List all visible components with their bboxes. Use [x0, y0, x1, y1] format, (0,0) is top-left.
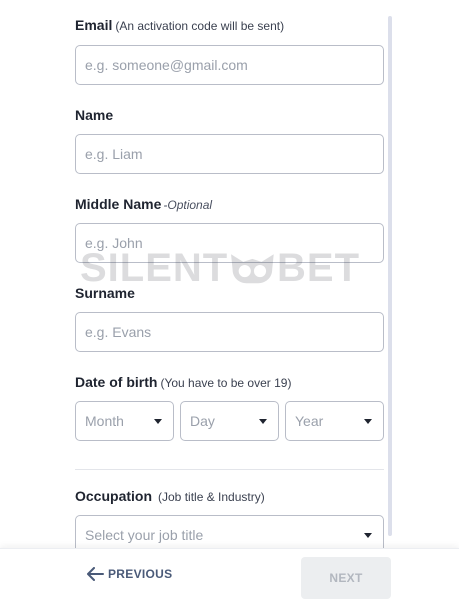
email-input[interactable] — [76, 46, 383, 84]
next-button[interactable]: NEXT — [301, 557, 391, 599]
surname-input[interactable] — [76, 313, 383, 351]
dob-year-placeholder: Year — [295, 413, 324, 429]
middle-name-label-row: Middle Name -Optional — [75, 196, 212, 214]
chevron-down-icon — [364, 532, 372, 538]
surname-label-row: Surname — [75, 285, 135, 303]
dob-year-select[interactable]: Year — [285, 401, 384, 441]
occupation-placeholder: Select your job title — [85, 527, 204, 543]
surname-field[interactable] — [75, 312, 384, 352]
arrow-left-icon — [87, 567, 104, 581]
name-label: Name — [75, 107, 114, 123]
occupation-label: Occupation — [75, 488, 153, 504]
dob-day-select[interactable]: Day — [180, 401, 279, 441]
form-footer: PREVIOUS NEXT — [0, 548, 459, 600]
registration-form-scroll-area: Email(An activation code will be sent) N… — [0, 0, 459, 548]
occupation-label-row: Occupation (Job title & Industry) — [75, 488, 265, 506]
previous-button[interactable]: PREVIOUS — [86, 567, 172, 581]
section-divider — [75, 469, 384, 470]
middle-name-input[interactable] — [76, 224, 383, 262]
name-label-row: Name — [75, 107, 113, 125]
dob-day-placeholder: Day — [190, 413, 215, 429]
previous-button-label: PREVIOUS — [108, 567, 173, 581]
dob-note: (You have to be over 19) — [160, 376, 292, 390]
occupation-select[interactable]: Select your job title — [75, 515, 384, 548]
surname-label: Surname — [75, 285, 135, 301]
dob-month-placeholder: Month — [85, 413, 124, 429]
scrollbar[interactable] — [388, 16, 392, 536]
next-button-label: NEXT — [329, 571, 363, 585]
name-input[interactable] — [76, 135, 383, 173]
chevron-down-icon — [364, 418, 372, 424]
dob-label-row: Date of birth (You have to be over 19) — [75, 374, 291, 392]
name-field[interactable] — [75, 134, 384, 174]
middle-name-optional-note: -Optional — [163, 198, 213, 212]
dob-month-select[interactable]: Month — [75, 401, 174, 441]
email-field[interactable] — [75, 45, 384, 85]
occupation-note: (Job title & Industry) — [158, 490, 265, 504]
chevron-down-icon — [154, 418, 162, 424]
chevron-down-icon — [259, 418, 267, 424]
dob-label: Date of birth — [75, 374, 158, 390]
email-label-row: Email (An activation code will be sent) — [75, 17, 284, 35]
middle-name-field[interactable] — [75, 223, 384, 263]
email-note: (An activation code will be sent) — [115, 19, 285, 33]
middle-name-label: Middle Name — [75, 196, 162, 212]
email-label: Email — [75, 17, 113, 33]
